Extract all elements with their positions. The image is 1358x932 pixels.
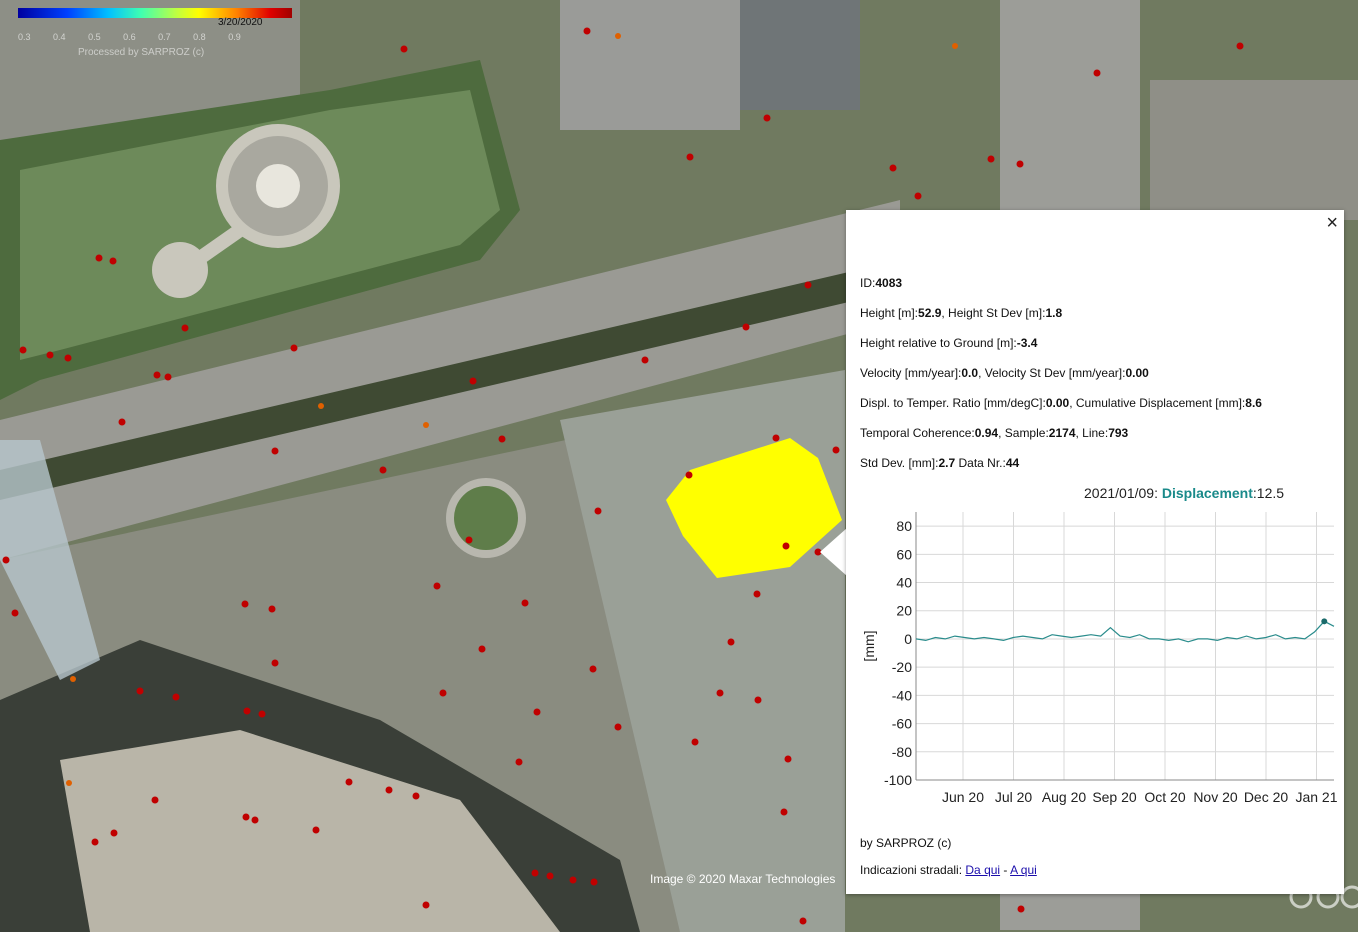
coherence-value: 0.94 (974, 426, 999, 440)
displacement-row: Displ. to Temper. Ratio [mm/degC]:0.00, … (860, 396, 1262, 410)
id-row: ID:4083 (860, 276, 902, 290)
chart-header-value: :12.5 (1252, 485, 1285, 501)
highlight-point (1321, 618, 1328, 625)
x-tick-label: Nov 20 (1193, 789, 1238, 805)
legend-tick: 0.7 (158, 32, 171, 42)
displacement-chart[interactable]: 2021/01/09: Displacement:12.5 80 60 40 20 0 -… (846, 480, 1344, 810)
height-row: Height [m]:52.9, Height St Dev [m]:1.8 (860, 306, 1062, 320)
cum-disp-label: , Cumulative Displacement [mm]: (1069, 396, 1246, 410)
y-tick-label: -20 (892, 659, 912, 675)
y-tick-label: -40 (892, 687, 912, 703)
legend-date: 3/20/2020 (218, 17, 263, 28)
y-tick-label: 80 (896, 518, 912, 534)
y-tick-label: 60 (896, 546, 912, 562)
legend-ticks: 0.3 0.4 0.5 0.6 0.7 0.8 0.9 (18, 32, 261, 42)
data-nr-label: Data Nr.: (955, 456, 1006, 470)
displ-temp-label: Displ. to Temper. Ratio [mm/degC]: (860, 396, 1046, 410)
chart-svg: 80 60 40 20 0 -20 -40 -60 -80 -100 Jun 20 Jul 20 Aug… (861, 512, 1338, 805)
line-value: 793 (1108, 426, 1129, 440)
velocity-std-label: , Velocity St Dev [mm/year]: (978, 366, 1126, 380)
legend-tick: 0.6 (123, 32, 136, 42)
link-separator: - (1000, 863, 1011, 877)
id-label: ID: (860, 276, 876, 290)
x-tick-label: Sep 20 (1092, 789, 1137, 805)
coherence-row: Temporal Coherence:0.94, Sample:2174, Li… (860, 426, 1128, 440)
x-tick-label: Jun 20 (942, 789, 984, 805)
y-axis-label: [mm] (861, 630, 877, 661)
legend-tick: 0.3 (18, 32, 31, 42)
height-std-value: 1.8 (1045, 306, 1063, 320)
rel-ground-label: Height relative to Ground [m]: (860, 336, 1017, 350)
y-tick-label: 40 (896, 575, 912, 591)
chart-header: 2021/01/09: Displacement:12.5 (1084, 485, 1284, 501)
y-tick-label: -60 (892, 716, 912, 732)
legend-tick: 0.5 (88, 32, 101, 42)
legend-tick: 0.8 (193, 32, 206, 42)
coherence-label: Temporal Coherence: (860, 426, 975, 440)
directions-label: Indicazioni stradali: (860, 863, 966, 877)
velocity-std-value: 0.00 (1125, 366, 1149, 380)
sample-value: 2174 (1048, 426, 1076, 440)
velocity-value: 0.0 (961, 366, 979, 380)
imagery-copyright: Image © 2020 Maxar Technologies (650, 872, 836, 886)
height-label: Height [m]: (860, 306, 919, 320)
height-std-label: , Height St Dev [m]: (941, 306, 1046, 320)
velocity-label: Velocity [mm/year]: (860, 366, 962, 380)
x-tick-label: Aug 20 (1042, 789, 1087, 805)
link-to-here[interactable]: A qui (1010, 863, 1037, 877)
x-tick-label: Jan 21 (1295, 789, 1337, 805)
rel-ground-row: Height relative to Ground [m]:-3.4 (860, 336, 1037, 350)
legend-tick: 0.4 (53, 32, 66, 42)
chart-header-date: 2021/01/09: (1084, 485, 1162, 501)
y-tick-label: 0 (904, 631, 912, 647)
chart-header-series: Displacement (1161, 485, 1253, 501)
std-dev-value: 2.7 (938, 456, 956, 470)
link-from-here[interactable]: Da qui (965, 863, 1000, 877)
height-value: 52.9 (918, 306, 942, 320)
line-label: , Line: (1075, 426, 1109, 440)
directions-row: Indicazioni stradali: Da qui - A qui (860, 863, 1037, 877)
x-tick-label: Jul 20 (995, 789, 1033, 805)
y-tick-label: -100 (884, 772, 912, 788)
x-tick-label: Oct 20 (1144, 789, 1185, 805)
color-scale-legend: 3/20/2020 0.3 0.4 0.5 0.6 0.7 0.8 0.9 Pr… (18, 8, 292, 58)
y-tick-label: 20 (896, 603, 912, 619)
std-dev-row: Std Dev. [mm]:2.7 Data Nr.:44 (860, 456, 1019, 470)
std-dev-label: Std Dev. [mm]: (860, 456, 939, 470)
info-popup: × ID:4083 Height [m]:52.9, Height St Dev… (846, 210, 1344, 894)
id-value: 4083 (875, 276, 903, 290)
x-tick-label: Dec 20 (1244, 789, 1289, 805)
data-nr-value: 44 (1005, 456, 1020, 470)
velocity-row: Velocity [mm/year]:0.0, Velocity St Dev … (860, 366, 1149, 380)
popup-pointer (820, 528, 847, 576)
credit-text: by SARPROZ (c) (860, 836, 952, 850)
displ-temp-value: 0.00 (1045, 396, 1070, 410)
rel-ground-value: -3.4 (1016, 336, 1038, 350)
sample-label: , Sample: (998, 426, 1049, 440)
legend-tick: 0.9 (228, 32, 241, 42)
cum-disp-value: 8.6 (1245, 396, 1262, 410)
y-tick-label: -80 (892, 744, 912, 760)
legend-credit: Processed by SARPROZ (c) (78, 47, 205, 58)
close-icon[interactable]: × (1326, 212, 1338, 235)
